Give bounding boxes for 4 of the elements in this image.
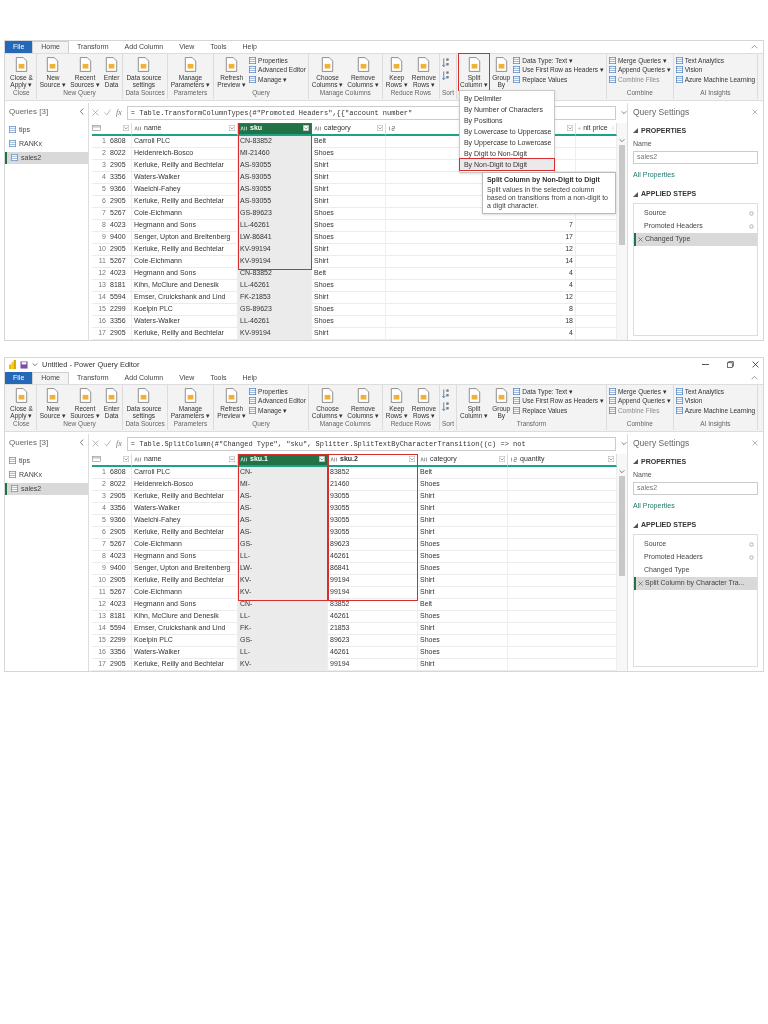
panel-title: Query Settings — [633, 436, 690, 450]
queries-title: Queries [3] — [9, 436, 49, 449]
queries-title: Queries [3] — [9, 105, 49, 118]
panel-title: Query Settings — [633, 105, 690, 119]
